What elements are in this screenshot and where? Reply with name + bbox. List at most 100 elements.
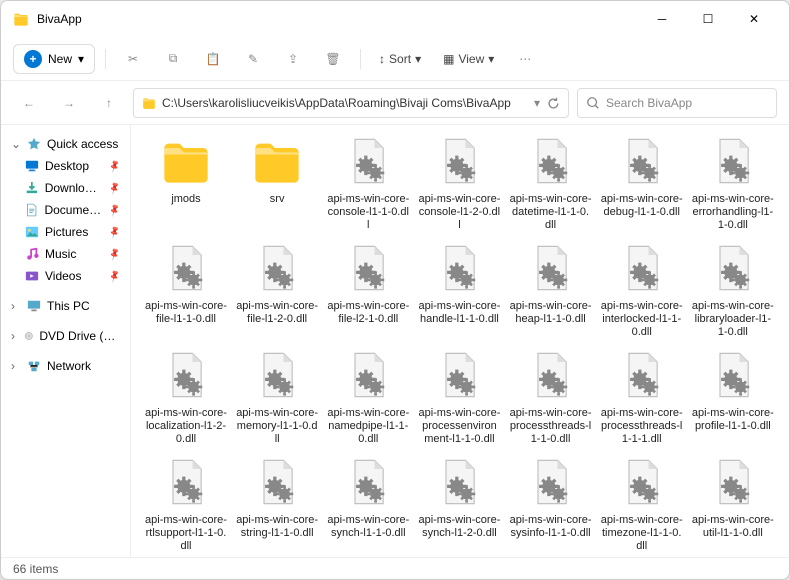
file-name: api-ms-win-core-datetime-l1-1-0.dll — [508, 193, 594, 232]
file-list: jmods srvapi-ms-win-core-console-l1-1-0.d… — [131, 125, 789, 557]
file-item[interactable]: api-ms-win-core-processthreads-l1-1-0.dl… — [508, 347, 594, 446]
file-name: api-ms-win-core-sysinfo-l1-1-0.dll — [508, 514, 594, 553]
nav-item-music[interactable]: Music📌 — [7, 243, 124, 265]
new-button[interactable]: + New ▾ — [13, 44, 95, 74]
view-icon: ▦ — [443, 52, 454, 66]
dll-icon — [616, 456, 668, 508]
copy-button[interactable]: ⧉ — [156, 44, 190, 74]
dll-icon — [342, 242, 394, 294]
file-item[interactable]: api-ms-win-core-synch-l1-2-0.dll — [416, 454, 502, 553]
file-item[interactable]: api-ms-win-core-synch-l1-1-0.dll — [325, 454, 411, 553]
file-item[interactable]: api-ms-win-core-datetime-l1-1-0.dll — [508, 133, 594, 232]
new-label: New — [48, 52, 72, 66]
chevron-down-icon: ▾ — [78, 52, 84, 66]
nav-item-label: Downloads — [45, 181, 103, 195]
close-button[interactable]: ✕ — [731, 1, 777, 37]
monitor-icon — [25, 159, 39, 173]
pic-icon — [25, 225, 39, 239]
disc-icon — [24, 329, 34, 343]
file-name: api-ms-win-core-file-l1-1-0.dll — [143, 300, 229, 339]
nav-item-label: Documents — [44, 203, 102, 217]
network[interactable]: › Network — [7, 355, 124, 377]
file-item[interactable]: api-ms-win-core-heap-l1-1-0.dll — [508, 240, 594, 339]
folder-icon — [251, 135, 303, 187]
back-button[interactable]: ← — [13, 87, 45, 119]
file-item[interactable]: api-ms-win-core-timezone-l1-1-0.dll — [599, 454, 685, 553]
up-button[interactable]: ↑ — [93, 87, 125, 119]
file-item[interactable]: api-ms-win-core-processthreads-l1-1-1.dl… — [599, 347, 685, 446]
nav-item-documents[interactable]: Documents📌 — [7, 199, 124, 221]
dll-icon — [707, 135, 759, 187]
share-button[interactable]: ⇪ — [276, 44, 310, 74]
toolbar: + New ▾ ✂ ⧉ 📋 ✎ ⇪ 🗑 ↕ Sort ▾ ▦ View ▾ ⋯ — [1, 37, 789, 81]
cut-button[interactable]: ✂ — [116, 44, 150, 74]
paste-button[interactable]: 📋 — [196, 44, 230, 74]
file-item[interactable]: api-ms-win-core-string-l1-1-0.dll — [234, 454, 320, 553]
file-item[interactable]: api-ms-win-core-memory-l1-1-0.dll — [234, 347, 320, 446]
file-item[interactable]: api-ms-win-core-processenvironment-l1-1-… — [416, 347, 502, 446]
dll-icon — [251, 349, 303, 401]
chevron-down-icon: ▾ — [488, 52, 494, 66]
dll-icon — [433, 349, 485, 401]
folder-icon — [13, 11, 29, 27]
folder-icon — [160, 135, 212, 187]
quick-access[interactable]: ⌄ Quick access — [7, 133, 124, 155]
path-input[interactable]: C:\Users\karolisliucveikis\AppData\Roami… — [133, 88, 569, 118]
search-input[interactable]: Search BivaApp — [577, 88, 777, 118]
folder-item[interactable]: srv — [234, 133, 320, 232]
forward-button[interactable]: → — [53, 87, 85, 119]
file-item[interactable]: api-ms-win-core-rtlsupport-l1-1-0.dll — [143, 454, 229, 553]
item-count: 66 items — [13, 562, 58, 576]
file-item[interactable]: api-ms-win-core-interlocked-l1-1-0.dll — [599, 240, 685, 339]
refresh-icon[interactable] — [546, 96, 560, 110]
download-icon — [25, 181, 39, 195]
dvd-drive[interactable]: › DVD Drive (D:) CCCC — [7, 325, 124, 347]
chevron-down-icon: ⌄ — [11, 137, 21, 151]
file-item[interactable]: api-ms-win-core-sysinfo-l1-1-0.dll — [508, 454, 594, 553]
dll-icon — [707, 456, 759, 508]
file-item[interactable]: api-ms-win-core-file-l1-2-0.dll — [234, 240, 320, 339]
file-item[interactable]: api-ms-win-core-file-l2-1-0.dll — [325, 240, 411, 339]
file-item[interactable]: api-ms-win-core-file-l1-1-0.dll — [143, 240, 229, 339]
dll-icon — [707, 242, 759, 294]
delete-button[interactable]: 🗑 — [316, 44, 350, 74]
file-item[interactable]: api-ms-win-core-profile-l1-1-0.dll — [690, 347, 776, 446]
maximize-button[interactable]: ☐ — [685, 1, 731, 37]
dll-icon — [160, 242, 212, 294]
file-item[interactable]: api-ms-win-core-console-l1-2-0.dll — [416, 133, 502, 232]
sort-icon: ↕ — [379, 52, 385, 66]
file-item[interactable]: api-ms-win-core-errorhandling-l1-1-0.dll — [690, 133, 776, 232]
file-name: api-ms-win-core-profile-l1-1-0.dll — [690, 407, 776, 446]
dll-icon — [525, 242, 577, 294]
music-icon — [25, 247, 39, 261]
navigation-pane: ⌄ Quick access Desktop📌Downloads📌Documen… — [1, 125, 131, 557]
folder-item[interactable]: jmods — [143, 133, 229, 232]
nav-item-videos[interactable]: Videos📌 — [7, 265, 124, 287]
file-name: api-ms-win-core-util-l1-1-0.dll — [690, 514, 776, 553]
dll-icon — [342, 456, 394, 508]
file-name: api-ms-win-core-handle-l1-1-0.dll — [416, 300, 502, 339]
view-button[interactable]: ▦ View ▾ — [435, 48, 502, 70]
file-name: jmods — [169, 193, 202, 232]
more-button[interactable]: ⋯ — [508, 44, 542, 74]
file-item[interactable]: api-ms-win-core-localization-l1-2-0.dll — [143, 347, 229, 446]
nav-item-downloads[interactable]: Downloads📌 — [7, 177, 124, 199]
dll-icon — [525, 349, 577, 401]
minimize-button[interactable]: ─ — [639, 1, 685, 37]
chevron-down-icon: ▾ — [415, 52, 421, 66]
file-item[interactable]: api-ms-win-core-libraryloader-l1-1-0.dll — [690, 240, 776, 339]
dll-icon — [342, 349, 394, 401]
file-item[interactable]: api-ms-win-core-console-l1-1-0.dll — [325, 133, 411, 232]
dll-icon — [342, 135, 394, 187]
rename-button[interactable]: ✎ — [236, 44, 270, 74]
file-item[interactable]: api-ms-win-core-util-l1-1-0.dll — [690, 454, 776, 553]
file-item[interactable]: api-ms-win-core-handle-l1-1-0.dll — [416, 240, 502, 339]
file-name: api-ms-win-core-libraryloader-l1-1-0.dll — [690, 300, 776, 339]
chevron-down-icon[interactable]: ▾ — [534, 96, 540, 110]
nav-item-desktop[interactable]: Desktop📌 — [7, 155, 124, 177]
nav-item-pictures[interactable]: Pictures📌 — [7, 221, 124, 243]
sort-button[interactable]: ↕ Sort ▾ — [371, 48, 429, 70]
file-item[interactable]: api-ms-win-core-namedpipe-l1-1-0.dll — [325, 347, 411, 446]
file-item[interactable]: api-ms-win-core-debug-l1-1-0.dll — [599, 133, 685, 232]
this-pc[interactable]: › This PC — [7, 295, 124, 317]
